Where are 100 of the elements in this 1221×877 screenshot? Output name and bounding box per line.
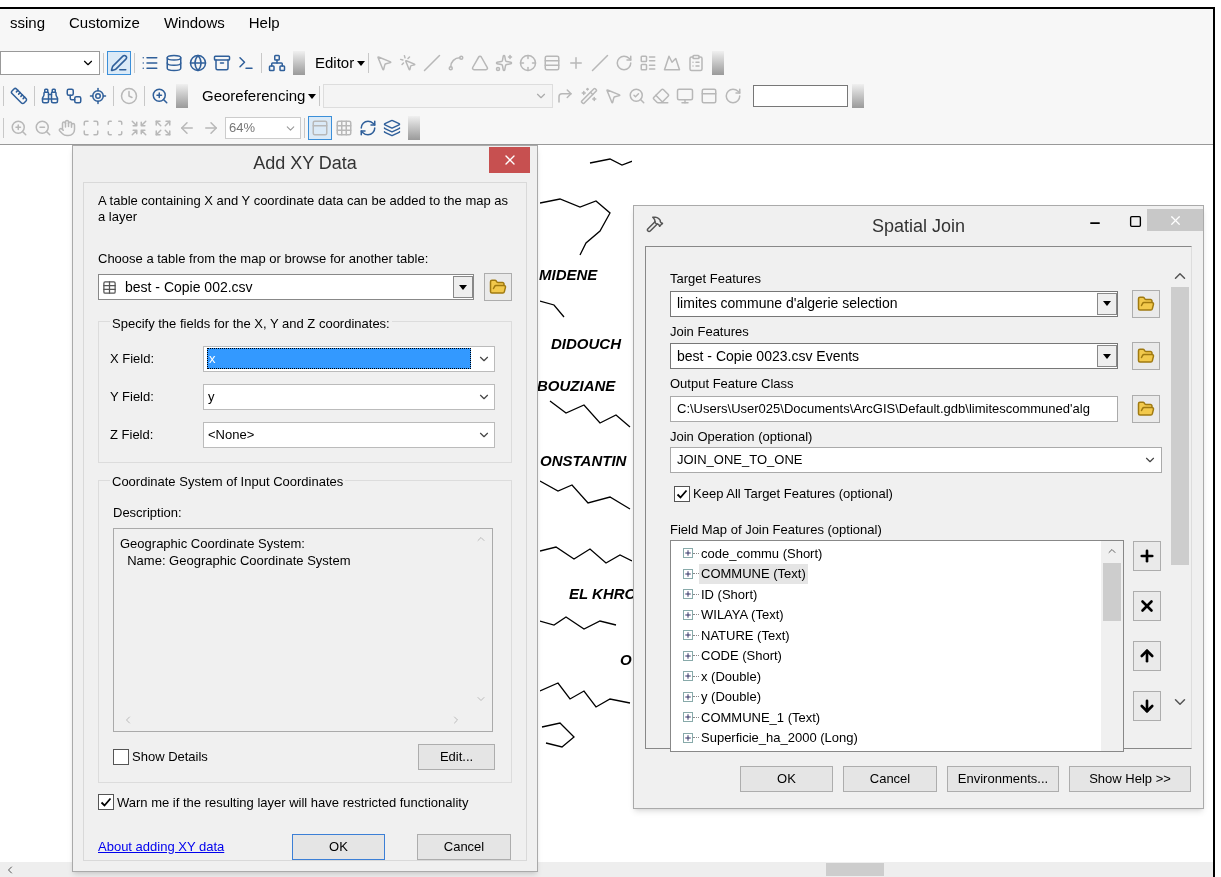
expand-icon[interactable] <box>683 568 693 579</box>
feature-dropdown[interactable]: best - Copie 0023.csv Events <box>670 343 1118 369</box>
page-toggle-icon[interactable] <box>308 116 332 140</box>
scrollbar-thumb[interactable] <box>1103 563 1121 621</box>
checkbox[interactable] <box>113 748 129 765</box>
browse-button[interactable] <box>484 273 512 301</box>
field-map-item[interactable]: COMMUNE_1 (Text) <box>699 707 823 727</box>
checkbox-label: Keep All Target Features (optional) <box>693 485 893 503</box>
menu-item[interactable]: Help <box>248 11 280 35</box>
dialog-button[interactable]: Cancel <box>843 765 937 792</box>
field-map-item[interactable]: x (Double) <box>699 666 763 686</box>
move-up-button[interactable] <box>1133 641 1161 671</box>
parameter-label: Field Map of Join Features (optional) <box>670 520 883 539</box>
parameter-label: Output Feature Class <box>670 375 795 393</box>
dialog-button[interactable]: Edit... <box>418 743 495 770</box>
description-text: Geographic Coordinate System: <box>120 534 306 552</box>
plus-icon <box>684 651 692 660</box>
plus-icon <box>684 672 692 681</box>
x-icon <box>1138 597 1156 615</box>
maximize-icon <box>1128 214 1142 228</box>
browse-button[interactable] <box>1132 342 1160 370</box>
dialog-title: Add XY Data <box>253 152 357 176</box>
hammer-icon <box>646 215 664 233</box>
close-button[interactable] <box>489 147 530 173</box>
table-icon <box>102 279 117 295</box>
field-map-item[interactable]: y (Double) <box>699 687 763 707</box>
browse-button[interactable] <box>1132 394 1160 423</box>
checkbox[interactable] <box>98 794 114 811</box>
map-label: ONSTANTIN <box>540 451 627 471</box>
map-label: DIDOUCH <box>551 334 621 354</box>
scrollbar-thumb[interactable] <box>1171 287 1189 565</box>
expand-icon[interactable] <box>683 650 693 661</box>
arrow-down-icon <box>1138 697 1156 715</box>
remove-field-button[interactable] <box>1133 591 1161 621</box>
map-label: MIDENE <box>539 265 598 285</box>
field-dropdown[interactable]: <None> <box>203 421 495 448</box>
checkbox[interactable] <box>674 485 690 502</box>
feature-dropdown[interactable]: limites commune d'algerie selection <box>670 290 1118 317</box>
plus-icon <box>684 590 692 599</box>
plus-icon <box>684 713 692 722</box>
folder-icon <box>489 278 507 296</box>
move-down-button[interactable] <box>1133 691 1161 721</box>
expand-icon[interactable] <box>683 732 693 743</box>
menu-item[interactable]: Windows <box>163 11 225 35</box>
parameter-label: Target Features <box>670 270 763 288</box>
menu-item[interactable]: Customize <box>69 11 140 35</box>
field-label: Z Field: <box>110 425 155 444</box>
checkbox-label: Show Details <box>132 747 208 766</box>
description-text: Name: Geographic Coordinate System <box>126 551 352 569</box>
toolbar-overflow-icon[interactable] <box>852 84 865 108</box>
layer-dropdown[interactable] <box>0 51 100 75</box>
field-map-item[interactable]: CODE (Short) <box>699 646 784 666</box>
expand-icon[interactable] <box>683 630 693 641</box>
plus-icon <box>684 692 692 701</box>
dialog-button[interactable]: Cancel <box>417 834 511 860</box>
dialog-button[interactable]: OK <box>292 834 385 860</box>
georeference-layer-dropdown[interactable] <box>323 84 554 108</box>
field-dropdown[interactable]: y <box>203 383 495 410</box>
expand-icon[interactable] <box>683 691 693 702</box>
zoom-percent-dropdown[interactable]: 64% <box>225 117 301 139</box>
expand-icon[interactable] <box>683 589 693 600</box>
map-label: BOUZIANE <box>537 376 616 396</box>
toolbar-overflow-icon[interactable] <box>712 51 725 75</box>
field-map-item[interactable]: ID (Short) <box>699 584 760 604</box>
plus-icon <box>684 610 692 619</box>
field-map-item[interactable]: NATURE (Text) <box>699 625 792 645</box>
text-field[interactable] <box>753 85 849 107</box>
dialog-button[interactable]: Show Help >> <box>1069 765 1191 792</box>
plus-icon <box>684 733 692 742</box>
plus-icon <box>1138 547 1156 565</box>
help-link[interactable]: About adding XY data <box>98 837 292 857</box>
browse-button[interactable] <box>1132 289 1160 318</box>
field-map-item[interactable]: code_commu (Short) <box>699 543 825 563</box>
expand-icon[interactable] <box>683 609 693 620</box>
output-path-field[interactable]: C:\Users\User025\Documents\ArcGIS\Default.gdb\limitescommuned'alg <box>670 395 1118 422</box>
list-scrollbar[interactable] <box>1101 541 1123 751</box>
field-map-item[interactable]: Superficie_ha_2000 (Long) <box>699 728 860 748</box>
expand-icon[interactable] <box>683 671 693 682</box>
menu-item[interactable]: ssing <box>10 11 46 35</box>
add-field-button[interactable] <box>1133 541 1161 571</box>
field-map-item[interactable]: WILAYA (Text) <box>699 605 786 625</box>
intro-text: A table containing X and Y coordinate data can be added to the map as a layer <box>98 192 510 225</box>
edit-tool-icon[interactable] <box>107 51 131 75</box>
checkbox-label: Warn me if the resulting layer will have restricted functionality <box>117 793 469 812</box>
folder-icon <box>1137 347 1155 365</box>
choose-table-label: Choose a table from the map or browse for another table: <box>98 249 430 268</box>
table-dropdown[interactable]: best - Copie 002.csv <box>98 274 474 300</box>
dialog-title: Spatial Join <box>871 214 966 238</box>
dialog-button[interactable]: OK <box>740 765 833 792</box>
expand-icon[interactable] <box>683 548 693 559</box>
folder-icon <box>1137 294 1155 313</box>
plus-icon <box>684 569 692 578</box>
join-operation-dropdown[interactable]: JOIN_ONE_TO_ONE <box>670 447 1162 473</box>
field-label: Y Field: <box>110 387 155 406</box>
dialog-button[interactable]: Environments... <box>947 765 1059 792</box>
scrollbar-thumb[interactable] <box>826 863 884 876</box>
map-label: O <box>620 650 632 670</box>
field-map-item[interactable]: COMMUNE (Text) <box>699 564 808 584</box>
expand-icon[interactable] <box>683 712 693 723</box>
parameter-label: Join Features <box>670 322 750 341</box>
